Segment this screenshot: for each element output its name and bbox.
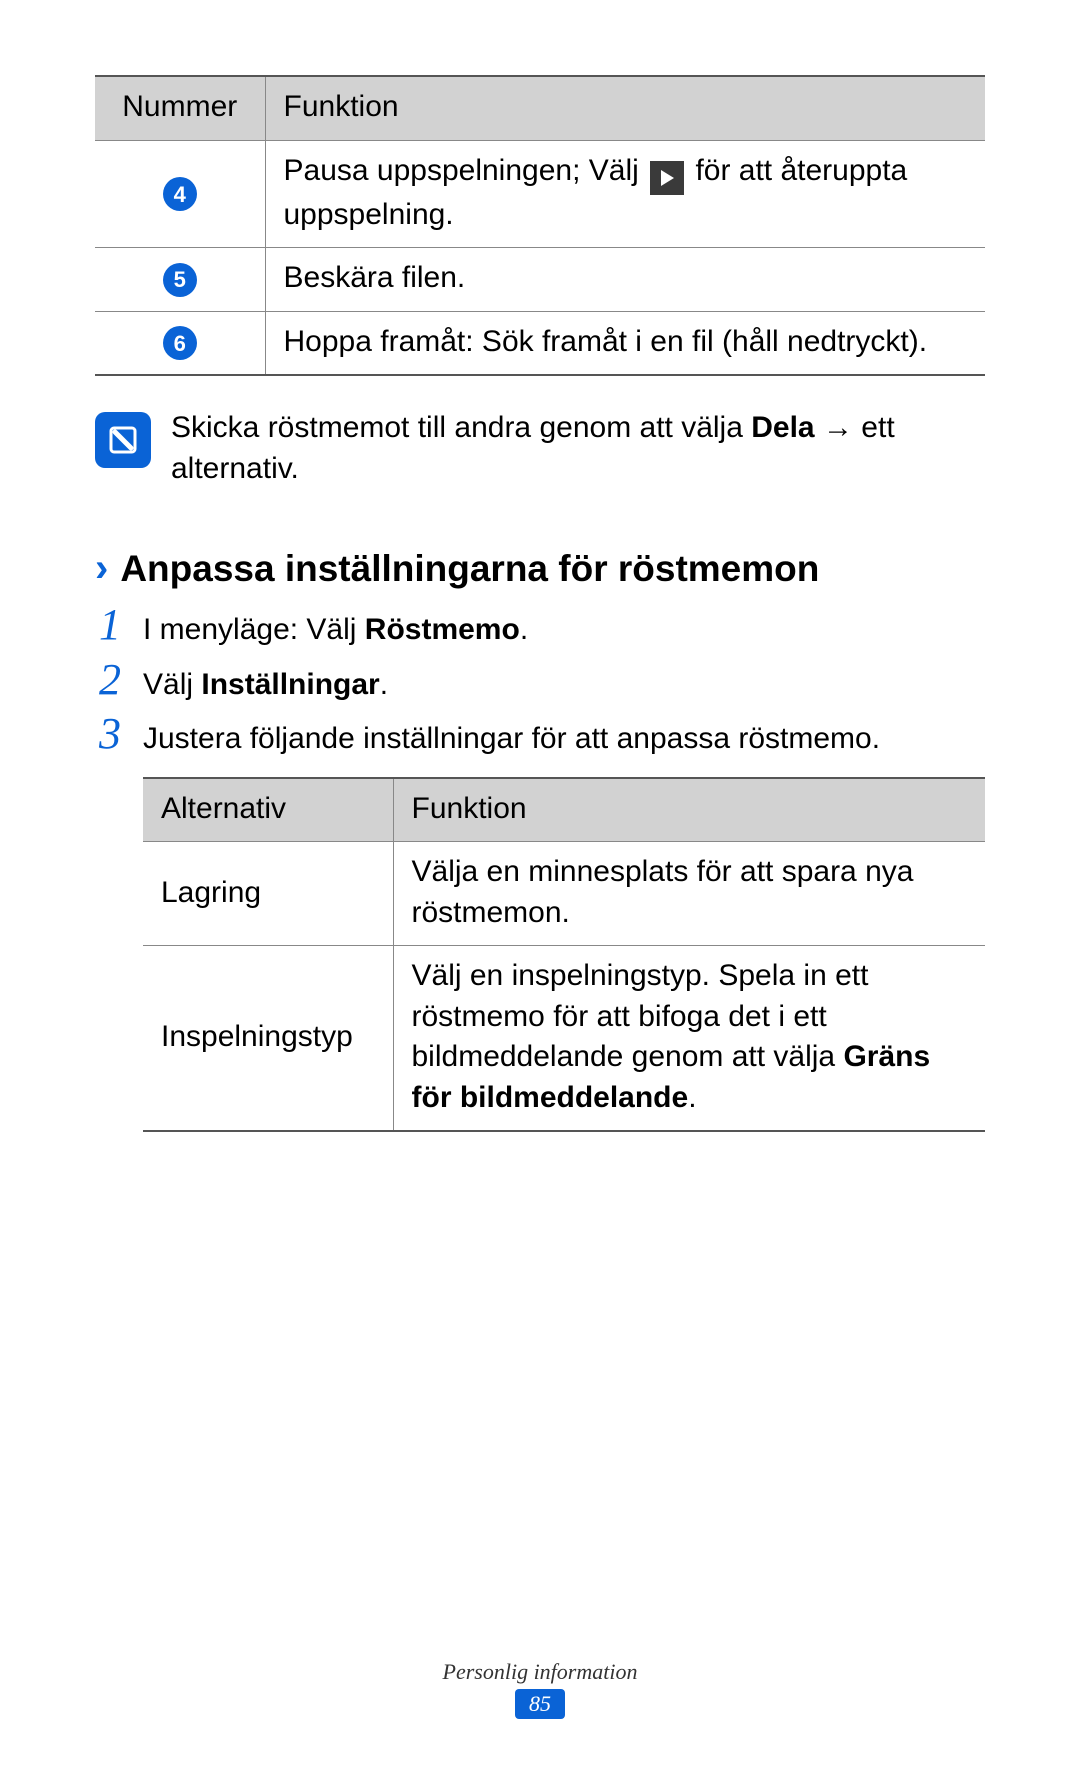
table1-header-number: Nummer [95, 76, 265, 140]
step-1: 1 I menyläge: Välj Röstmemo. [95, 603, 985, 654]
table1-row0-text-before: Pausa uppspelningen; Välj [284, 154, 648, 187]
note-icon [95, 412, 151, 468]
section-heading: › Anpassa inställningarna för röstmemon [95, 547, 985, 591]
table2-row1-after: . [688, 1081, 696, 1114]
step2-bold: Inställningar [201, 668, 379, 701]
table-row: 6 Hoppa framåt: Sök framåt i en fil (hål… [95, 311, 985, 375]
step-number: 1 [95, 603, 125, 647]
number-badge-6: 6 [163, 326, 197, 360]
table-row: 5 Beskära filen. [95, 248, 985, 312]
step-3: 3 Justera följande inställningar för att… [95, 712, 985, 763]
step1-after: . [520, 613, 528, 646]
play-icon [650, 161, 684, 195]
step-number: 3 [95, 712, 125, 756]
table2-header-function: Funktion [393, 778, 985, 842]
table2-row1-before: Välj en inspelningstyp. Spela in ett rös… [412, 959, 869, 1073]
step3-before: Justera följande inställningar för att a… [143, 722, 880, 755]
note-text-bold: Dela [751, 411, 814, 444]
page-number-badge: 85 [515, 1689, 565, 1719]
step1-before: I menyläge: Välj [143, 613, 365, 646]
step2-before: Välj [143, 668, 201, 701]
table1-row1-text: Beskära filen. [265, 248, 985, 312]
table2-row0-option: Lagring [143, 842, 393, 946]
step2-after: . [380, 668, 388, 701]
footer-section-title: Personlig information [0, 1659, 1080, 1685]
number-function-table: Nummer Funktion 4 Pausa uppspelningen; V… [95, 75, 985, 376]
option-function-table: Alternativ Funktion Lagring Välja en min… [143, 777, 985, 1133]
note-text-before: Skicka röstmemot till andra genom att vä… [171, 411, 751, 444]
number-badge-4: 4 [163, 177, 197, 211]
table-row: Lagring Välja en minnesplats för att spa… [143, 842, 985, 946]
table1-header-function: Funktion [265, 76, 985, 140]
step1-bold: Röstmemo [365, 613, 520, 646]
number-badge-5: 5 [163, 263, 197, 297]
heading-text: Anpassa inställningarna för röstmemon [120, 547, 819, 591]
table2-row1-option: Inspelningstyp [143, 946, 393, 1132]
note-block: Skicka röstmemot till andra genom att vä… [95, 408, 985, 489]
table2-header-option: Alternativ [143, 778, 393, 842]
step-2: 2 Välj Inställningar. [95, 658, 985, 709]
chevron-right-icon: › [95, 548, 108, 588]
table2-row0-func: Välja en minnesplats för att spara nya r… [393, 842, 985, 946]
step-number: 2 [95, 658, 125, 702]
table-row: 4 Pausa uppspelningen; Välj för att åter… [95, 140, 985, 248]
steps-list: 1 I menyläge: Välj Röstmemo. 2 Välj Inst… [95, 603, 985, 763]
table1-row2-text: Hoppa framåt: Sök framåt i en fil (håll … [265, 311, 985, 375]
table-row: Inspelningstyp Välj en inspelningstyp. S… [143, 946, 985, 1132]
page-footer: Personlig information 85 [0, 1659, 1080, 1719]
